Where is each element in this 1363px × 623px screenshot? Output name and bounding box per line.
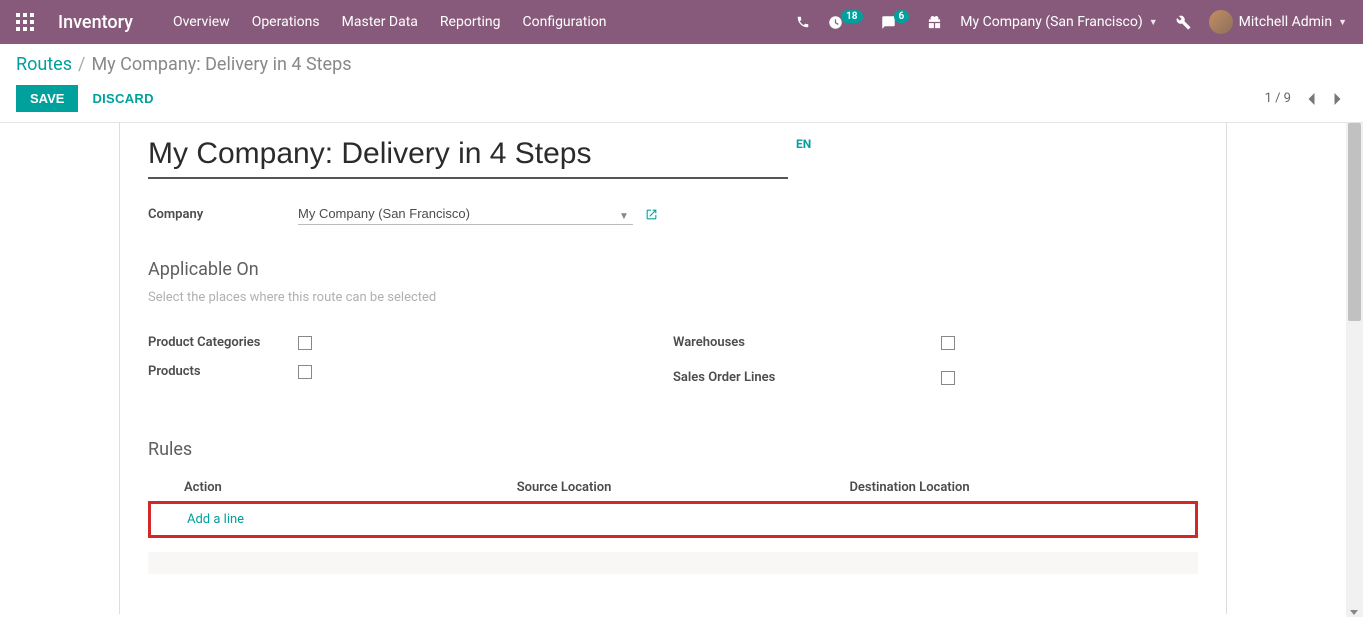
- phone-icon[interactable]: [796, 15, 810, 29]
- menu-overview[interactable]: Overview: [173, 14, 230, 30]
- applicable-on-subtitle: Select the places where this route can b…: [148, 290, 1198, 305]
- route-name-input[interactable]: [148, 133, 788, 179]
- rules-table-body: Add a line: [148, 501, 1198, 538]
- company-name: My Company (San Francisco): [960, 14, 1142, 30]
- col-action: Action: [184, 480, 517, 495]
- col-destination: Destination Location: [849, 480, 1198, 495]
- discard-button[interactable]: DISCARD: [92, 91, 153, 106]
- warehouses-label: Warehouses: [673, 335, 941, 350]
- company-selector[interactable]: My Company (San Francisco) ▼: [960, 14, 1157, 30]
- breadcrumb-current: My Company: Delivery in 4 Steps: [91, 54, 351, 75]
- company-field[interactable]: [298, 203, 633, 225]
- products-checkbox[interactable]: [298, 365, 312, 379]
- caret-down-icon: ▼: [1338, 17, 1347, 28]
- app-brand[interactable]: Inventory: [58, 12, 133, 33]
- action-buttons: SAVE DISCARD: [16, 85, 154, 112]
- menu-master-data[interactable]: Master Data: [342, 14, 418, 30]
- pager-prev-icon[interactable]: [1301, 89, 1321, 109]
- rules-table-footer: [148, 552, 1198, 574]
- scroll-down-icon[interactable]: [1350, 610, 1358, 615]
- breadcrumb: Routes / My Company: Delivery in 4 Steps: [16, 54, 1347, 75]
- save-button[interactable]: SAVE: [16, 85, 78, 112]
- products-label: Products: [148, 364, 298, 379]
- menu-operations[interactable]: Operations: [252, 14, 320, 30]
- rules-table-header: Action Source Location Destination Locat…: [148, 474, 1198, 501]
- lang-tag[interactable]: EN: [796, 137, 811, 151]
- external-link-icon[interactable]: [645, 208, 658, 221]
- form-view: EN Company ▼ Applicable On Select the pl…: [0, 123, 1346, 617]
- debug-icon[interactable]: [1176, 15, 1191, 30]
- company-label: Company: [148, 207, 298, 222]
- caret-down-icon: ▼: [1149, 17, 1158, 28]
- menu-reporting[interactable]: Reporting: [440, 14, 501, 30]
- messages-badge: 6: [894, 10, 910, 23]
- pager-text[interactable]: 1 / 9: [1265, 91, 1291, 106]
- rules-table: Action Source Location Destination Locat…: [148, 474, 1198, 574]
- activities-icon[interactable]: 18: [828, 15, 862, 30]
- product-categories-checkbox[interactable]: [298, 336, 312, 350]
- applicable-on-title: Applicable On: [148, 259, 1198, 280]
- rules-title: Rules: [148, 439, 1198, 460]
- user-menu[interactable]: Mitchell Admin ▼: [1209, 10, 1347, 34]
- dropdown-caret-icon[interactable]: ▼: [619, 211, 629, 222]
- messages-icon[interactable]: 6: [881, 15, 910, 30]
- activities-badge: 18: [841, 10, 862, 23]
- main-menu: Overview Operations Master Data Reportin…: [173, 14, 607, 30]
- gift-icon[interactable]: [927, 15, 942, 30]
- col-source: Source Location: [517, 480, 850, 495]
- warehouses-checkbox[interactable]: [941, 336, 955, 350]
- breadcrumb-root[interactable]: Routes: [16, 54, 72, 75]
- top-navbar: Inventory Overview Operations Master Dat…: [0, 0, 1363, 44]
- apps-icon[interactable]: [16, 13, 34, 31]
- scroll-thumb[interactable]: [1348, 123, 1361, 321]
- user-name: Mitchell Admin: [1239, 14, 1332, 30]
- scrollbar[interactable]: [1346, 123, 1363, 617]
- pager-next-icon[interactable]: [1327, 89, 1347, 109]
- pager: 1 / 9: [1265, 89, 1347, 109]
- sales-order-lines-label: Sales Order Lines: [673, 370, 941, 385]
- breadcrumb-separator: /: [78, 54, 85, 75]
- product-categories-label: Product Categories: [148, 335, 298, 350]
- add-line-link[interactable]: Add a line: [187, 512, 244, 527]
- control-panel: Routes / My Company: Delivery in 4 Steps…: [0, 44, 1363, 123]
- avatar: [1209, 10, 1233, 34]
- navbar-right: 18 6 My Company (San Francisco) ▼ Mitche…: [796, 10, 1347, 34]
- menu-configuration[interactable]: Configuration: [522, 14, 606, 30]
- sales-order-lines-checkbox[interactable]: [941, 371, 955, 385]
